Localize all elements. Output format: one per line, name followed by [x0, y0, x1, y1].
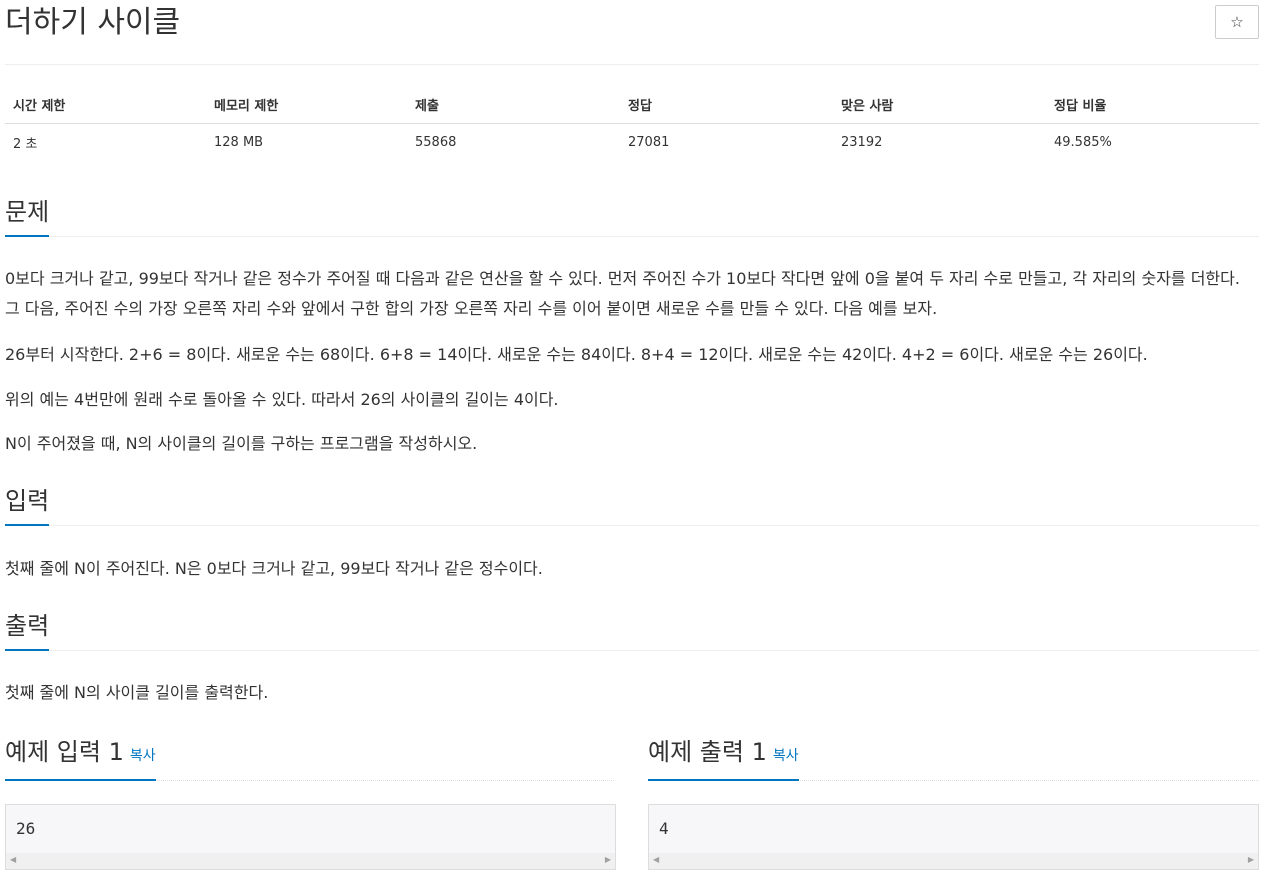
- stat-header-solvers: 맞은 사람: [833, 85, 1046, 124]
- scroll-right-icon[interactable]: ▶: [1248, 855, 1254, 864]
- problem-paragraph: 위의 예는 4번만에 원래 수로 돌아올 수 있다. 따라서 26의 사이클의 …: [5, 390, 559, 409]
- sample-input-title: 예제 입력: [5, 738, 101, 766]
- section-divider: [5, 525, 1259, 526]
- stat-ratio: 49.585%: [1054, 134, 1112, 150]
- star-icon: ☆: [1230, 13, 1244, 31]
- scroll-left-icon[interactable]: ◀: [10, 855, 16, 864]
- stat-header-time-limit: 시간 제한: [5, 85, 206, 124]
- title-divider: [5, 64, 1259, 65]
- problem-heading: 문제: [5, 197, 50, 237]
- section-divider: [5, 650, 1259, 651]
- sample-input-content: 26: [16, 819, 36, 838]
- problem-section-header: 문제: [5, 197, 1259, 237]
- copy-sample-output-button[interactable]: 복사: [773, 748, 799, 764]
- stat-header-accepted: 정답: [620, 85, 833, 124]
- problem-paragraph: 26부터 시작한다. 2+6 = 8이다. 새로운 수는 68이다. 6+8 =…: [5, 345, 1148, 364]
- stat-header-ratio: 정답 비율: [1046, 85, 1259, 124]
- problem-stats-table: 시간 제한 메모리 제한 제출 정답 맞은 사람 정답 비율 2 초 128 M…: [5, 85, 1259, 160]
- sample-output-number: 1: [751, 738, 767, 766]
- output-section-header: 출력: [5, 611, 1259, 651]
- sample-output-header: 예제 출력 1 복사: [648, 737, 1259, 781]
- problem-paragraph: N이 주어졌을 때, N의 사이클의 길이를 구하는 프로그램을 작성하시오.: [5, 434, 478, 453]
- stat-submissions[interactable]: 55868: [407, 124, 620, 161]
- horizontal-scrollbar[interactable]: ◀ ▶: [6, 853, 615, 869]
- sample-input-box: 26 ◀ ▶: [5, 804, 616, 870]
- scroll-right-icon[interactable]: ▶: [605, 855, 611, 864]
- stat-time-limit: 2 초: [13, 136, 38, 152]
- stats-value-row: 2 초 128 MB 55868 27081 23192 49.585%: [5, 124, 1259, 161]
- copy-sample-input-button[interactable]: 복사: [130, 748, 156, 764]
- stat-header-memory-limit: 메모리 제한: [206, 85, 407, 124]
- stat-accepted[interactable]: 27081: [620, 124, 833, 161]
- favorite-button[interactable]: ☆: [1215, 5, 1259, 39]
- problem-page: 더하기 사이클 ☆ 시간 제한 메모리 제한 제출 정답 맞은 사람 정답 비율…: [0, 0, 1274, 878]
- input-heading: 입력: [5, 486, 50, 526]
- sample-output-box: 4 ◀ ▶: [648, 804, 1259, 870]
- output-heading: 출력: [5, 611, 50, 651]
- section-divider: [5, 236, 1259, 237]
- horizontal-scrollbar[interactable]: ◀ ▶: [649, 853, 1258, 869]
- scroll-left-icon[interactable]: ◀: [653, 855, 659, 864]
- input-section-header: 입력: [5, 486, 1259, 526]
- sample-input-number: 1: [108, 738, 124, 766]
- output-description: 첫째 줄에 N의 사이클 길이를 출력한다.: [5, 683, 269, 702]
- sample-input-header: 예제 입력 1 복사: [5, 737, 614, 781]
- stat-solvers[interactable]: 23192: [833, 124, 1046, 161]
- page-title: 더하기 사이클: [5, 5, 181, 40]
- stat-header-submissions: 제출: [407, 85, 620, 124]
- sample-output-content: 4: [659, 819, 669, 838]
- sample-input-heading: 예제 입력 1 복사: [5, 737, 156, 781]
- stats-header-row: 시간 제한 메모리 제한 제출 정답 맞은 사람 정답 비율: [5, 85, 1259, 124]
- stat-memory-limit: 128 MB: [214, 134, 264, 150]
- sample-output-heading: 예제 출력 1 복사: [648, 737, 799, 781]
- problem-paragraph: 0보다 크거나 같고, 99보다 작거나 같은 정수가 주어질 때 다음과 같은…: [5, 269, 1240, 318]
- input-description: 첫째 줄에 N이 주어진다. N은 0보다 크거나 같고, 99보다 작거나 같…: [5, 559, 543, 578]
- sample-output-title: 예제 출력: [648, 738, 744, 766]
